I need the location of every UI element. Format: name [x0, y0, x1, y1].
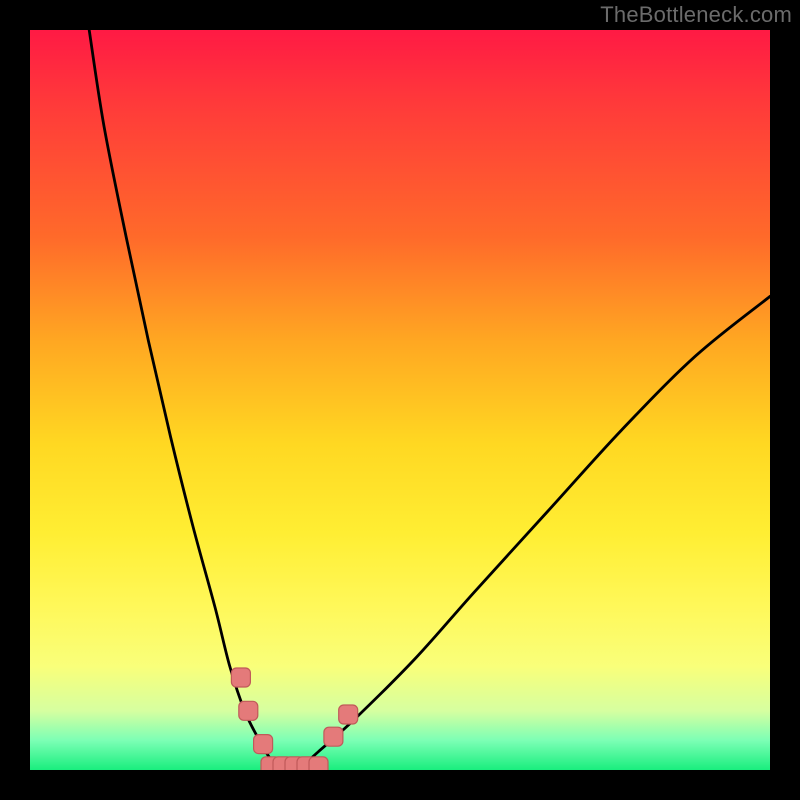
right-cluster-upper	[339, 705, 358, 724]
left-cluster-bottom	[254, 735, 273, 754]
left-cluster-top	[231, 668, 250, 687]
markers-group	[231, 668, 357, 754]
baseline-run-group	[261, 757, 328, 770]
global-minimum-run	[309, 757, 328, 770]
bottleneck-curve-svg	[30, 30, 770, 770]
watermark-text: TheBottleneck.com	[600, 2, 792, 28]
bottleneck-curve	[89, 30, 770, 770]
right-cluster-lower	[324, 727, 343, 746]
plot-area	[30, 30, 770, 770]
chart-frame: TheBottleneck.com	[0, 0, 800, 800]
left-cluster-mid	[239, 701, 258, 720]
